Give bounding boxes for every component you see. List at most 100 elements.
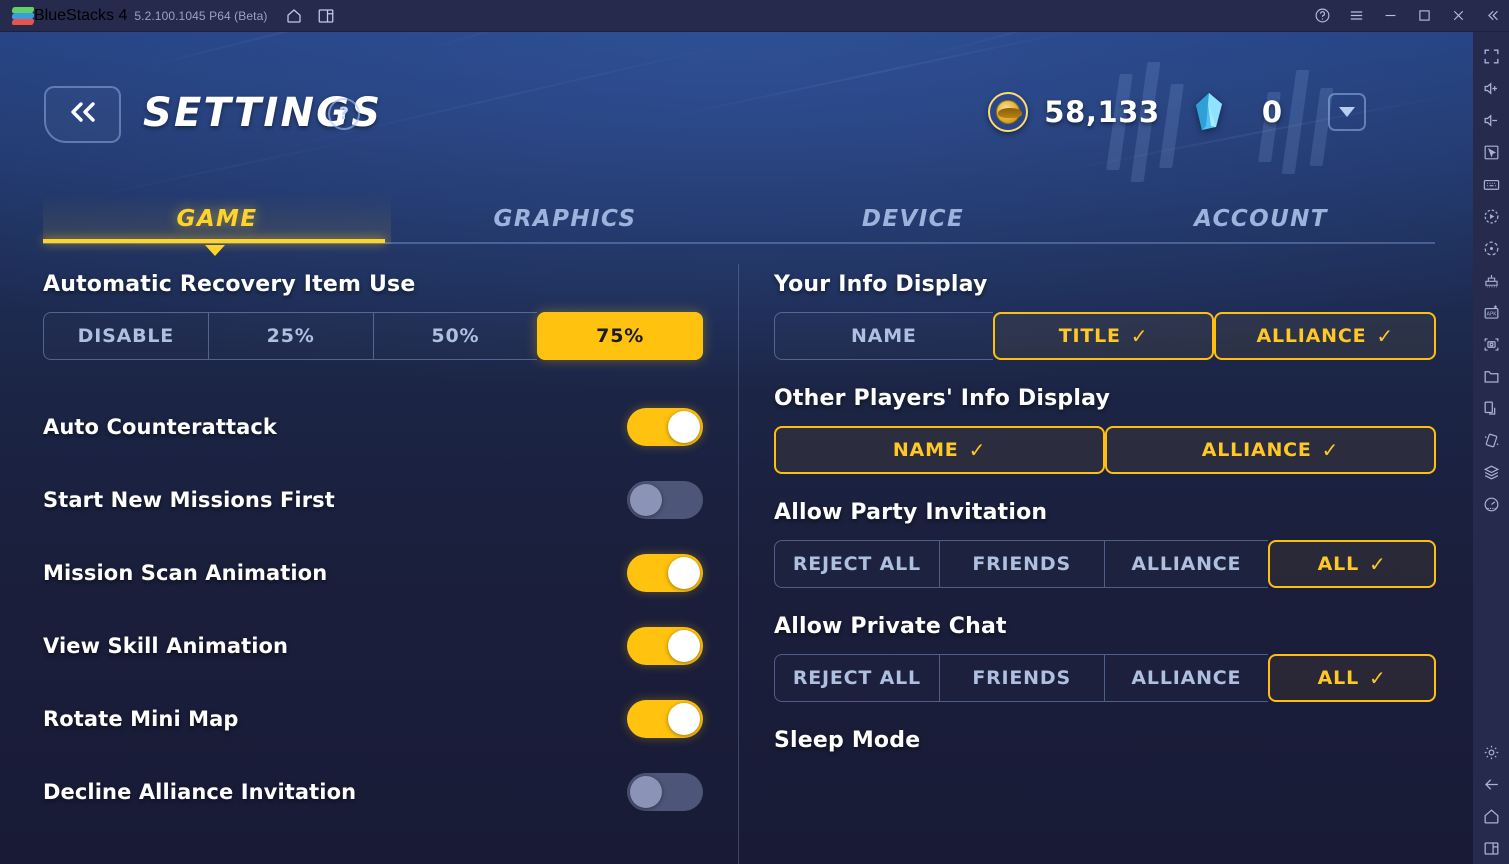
- tab-device[interactable]: DEVICE: [739, 194, 1087, 244]
- gem-amount: 0: [1261, 95, 1282, 129]
- your-info-option-title[interactable]: TITLE ✓: [992, 312, 1215, 360]
- party-option-friends[interactable]: FRIENDS: [938, 540, 1104, 588]
- option-label: FRIENDS: [972, 553, 1071, 575]
- media-folder-icon[interactable]: [1473, 360, 1509, 392]
- chat-option-reject-all[interactable]: REJECT ALL: [774, 654, 939, 702]
- toggle-auto-counterattack[interactable]: [627, 407, 703, 446]
- chat-option-alliance[interactable]: ALLIANCE: [1103, 654, 1269, 702]
- toggle-mission-scan-animation[interactable]: [627, 553, 703, 592]
- layers-icon[interactable]: [1473, 456, 1509, 488]
- recovery-item-segmented-control: DISABLE 25% 50% 75%: [43, 312, 703, 360]
- bluestacks-logo-icon: [11, 5, 35, 27]
- party-option-reject-all[interactable]: REJECT ALL: [774, 540, 939, 588]
- title-bar: BlueStacks 4 5.2.100.1045 P64 (Beta): [0, 0, 1509, 32]
- left-settings-column: Automatic Recovery Item Use DISABLE 25% …: [43, 272, 703, 828]
- section-title-other-info: Other Players' Info Display: [774, 386, 1111, 411]
- toggle-rotate-mini-map[interactable]: [627, 699, 703, 738]
- hamburger-menu-icon[interactable]: [1339, 0, 1373, 32]
- party-invitation-segmented-control: REJECT ALL FRIENDS ALLIANCE ALL ✓: [774, 540, 1436, 588]
- performance-meter-icon[interactable]: [1473, 488, 1509, 520]
- option-label: ALL: [1317, 667, 1359, 689]
- multi-instance-icon[interactable]: [1473, 392, 1509, 424]
- toggle-label: Auto Counterattack: [43, 414, 277, 439]
- app-version: 5.2.100.1045 P64 (Beta): [134, 8, 268, 23]
- check-icon: ✓: [1369, 552, 1387, 576]
- tab-game[interactable]: GAME: [43, 194, 391, 244]
- tab-account[interactable]: ACCOUNT: [1087, 194, 1435, 244]
- section-title-private-chat: Allow Private Chat: [774, 614, 1007, 639]
- option-label: ALL: [1317, 553, 1359, 575]
- recent-apps-icon[interactable]: [1473, 832, 1509, 864]
- right-settings-column: Your Info Display NAME TITLE ✓ ALLIANCE …: [774, 272, 1437, 753]
- home-icon[interactable]: [1473, 800, 1509, 832]
- keyboard-controls-icon[interactable]: [1473, 168, 1509, 200]
- back-button[interactable]: [44, 86, 121, 143]
- back-arrow-icon[interactable]: [1473, 768, 1509, 800]
- active-tab-caret-icon: [205, 245, 225, 256]
- chevron-down-icon[interactable]: [1328, 93, 1366, 131]
- party-option-alliance[interactable]: ALLIANCE: [1103, 540, 1269, 588]
- recovery-option-25[interactable]: 25%: [207, 312, 373, 360]
- collapse-icon[interactable]: [1475, 0, 1509, 32]
- bluestacks-window: BlueStacks 4 5.2.100.1045 P64 (Beta) SET…: [0, 0, 1509, 864]
- home-icon[interactable]: [285, 7, 303, 25]
- chat-option-all[interactable]: ALL ✓: [1268, 654, 1436, 702]
- section-title-recovery: Automatic Recovery Item Use: [43, 272, 416, 297]
- gear-icon[interactable]: [1473, 736, 1509, 768]
- check-icon: ✓: [968, 438, 987, 462]
- bluestacks-sidebar: APK: [1473, 32, 1509, 864]
- volume-down-icon[interactable]: [1473, 104, 1509, 136]
- rotate-icon[interactable]: [1473, 232, 1509, 264]
- check-icon: ✓: [1369, 666, 1387, 690]
- multi-instance-icon[interactable]: [317, 7, 335, 25]
- recovery-option-disable[interactable]: DISABLE: [43, 312, 208, 360]
- toggle-label: Mission Scan Animation: [43, 560, 328, 585]
- install-apk-icon[interactable]: APK: [1473, 296, 1509, 328]
- tab-graphics[interactable]: GRAPHICS: [391, 194, 739, 244]
- section-title-sleep-mode: Sleep Mode: [774, 728, 921, 753]
- toggle-label: Start New Missions First: [43, 487, 335, 512]
- other-info-option-alliance[interactable]: ALLIANCE ✓: [1105, 426, 1436, 474]
- chat-option-friends[interactable]: FRIENDS: [938, 654, 1104, 702]
- toggle-row-decline-alliance-invitation: Decline Alliance Invitation: [43, 755, 703, 828]
- settings-tabs: GAME GRAPHICS DEVICE ACCOUNT: [43, 194, 1435, 244]
- toggle-view-skill-animation[interactable]: [627, 626, 703, 665]
- private-chat-segmented-control: REJECT ALL FRIENDS ALLIANCE ALL ✓: [774, 654, 1436, 702]
- minimize-icon[interactable]: [1373, 0, 1407, 32]
- fullscreen-icon[interactable]: [1473, 40, 1509, 72]
- gold-coin-icon: [988, 92, 1029, 132]
- settings-header: SETTINGS ? 58,133 0: [0, 32, 1473, 164]
- recovery-option-50[interactable]: 50%: [372, 312, 538, 360]
- party-option-all[interactable]: ALL ✓: [1268, 540, 1436, 588]
- help-icon[interactable]: ?: [328, 98, 360, 130]
- your-info-option-alliance[interactable]: ALLIANCE ✓: [1214, 312, 1437, 360]
- toggle-label: Decline Alliance Invitation: [43, 779, 357, 804]
- your-info-segmented-control: NAME TITLE ✓ ALLIANCE ✓: [774, 312, 1437, 360]
- gold-amount: 58,133: [1044, 95, 1160, 129]
- volume-up-icon[interactable]: [1473, 72, 1509, 104]
- toggle-row-mission-scan-animation: Mission Scan Animation: [43, 536, 703, 609]
- check-icon: ✓: [1130, 324, 1149, 348]
- column-divider: [738, 264, 739, 864]
- option-label: REJECT ALL: [792, 667, 921, 689]
- help-icon[interactable]: [1305, 0, 1339, 32]
- cursor-pointer-icon[interactable]: [1473, 136, 1509, 168]
- screenshot-icon[interactable]: [1473, 328, 1509, 360]
- option-label: NAME: [850, 325, 917, 347]
- your-info-option-name[interactable]: NAME: [774, 312, 993, 360]
- game-controls-icon[interactable]: [1473, 264, 1509, 296]
- option-label: ALLIANCE: [1201, 439, 1312, 461]
- other-info-segmented-control: NAME ✓ ALLIANCE ✓: [774, 426, 1436, 474]
- shake-tilt-icon[interactable]: [1473, 424, 1509, 456]
- blue-crystal-icon: [1194, 93, 1224, 131]
- maximize-icon[interactable]: [1407, 0, 1441, 32]
- section-title-party-invitation: Allow Party Invitation: [774, 500, 1048, 525]
- record-macro-icon[interactable]: [1473, 200, 1509, 232]
- check-icon: ✓: [1321, 438, 1340, 462]
- toggle-decline-alliance-invitation[interactable]: [627, 772, 703, 811]
- option-label: REJECT ALL: [792, 553, 921, 575]
- close-icon[interactable]: [1441, 0, 1475, 32]
- toggle-start-new-missions-first[interactable]: [627, 480, 703, 519]
- recovery-option-75[interactable]: 75%: [537, 312, 703, 360]
- other-info-option-name[interactable]: NAME ✓: [774, 426, 1105, 474]
